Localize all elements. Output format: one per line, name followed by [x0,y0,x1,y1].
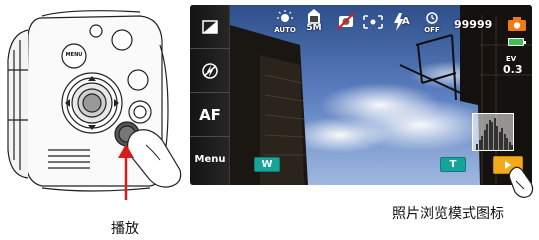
play-caption: 播放 [111,221,139,237]
focus-frame-icon [362,14,384,30]
menu-button[interactable]: Menu [190,137,230,181]
self-timer-off-icon: OFF [418,9,446,35]
af-button[interactable]: AF [190,93,230,137]
stabilizer-off-icon [336,11,356,31]
af-label: AF [199,105,221,124]
resolution-label: 5M [306,23,322,33]
histogram-bar [511,145,513,150]
shots-remaining: 99999 [454,18,493,31]
camera-lcd-screen: AF Menu AUTO 5M A OFF 99999 EV 0.3 W T [190,5,532,185]
self-timer-off-label: OFF [424,26,440,34]
flash-off-button[interactable] [190,49,230,93]
flash-auto-label: A [402,16,410,27]
playback-icon-caption: 照片浏览模式图标 [392,206,504,222]
pointing-finger-icon [508,166,534,198]
ev-label: EV [506,55,517,63]
histogram-icon [472,113,514,151]
frame-icon [202,19,218,34]
scene-auto-label: AUTO [274,26,296,34]
flash-off-icon [202,62,218,79]
scene-auto-icon: AUTO [272,9,298,35]
battery-icon [508,38,526,46]
menu-button-label: MENU [65,52,83,58]
resolution-icon: 5M [302,9,326,35]
camera-illustration [7,10,182,200]
zoom-wide-button[interactable]: W [254,157,280,172]
camera-mode-icon [508,17,526,31]
zoom-tele-button[interactable]: T [440,157,466,172]
flash-auto-icon: A [390,11,412,33]
frame-button[interactable] [190,5,230,49]
menu-label: Menu [194,153,226,165]
left-control-panel: AF Menu [190,5,230,185]
ev-value: 0.3 [503,63,523,76]
scene-preview [190,5,532,185]
